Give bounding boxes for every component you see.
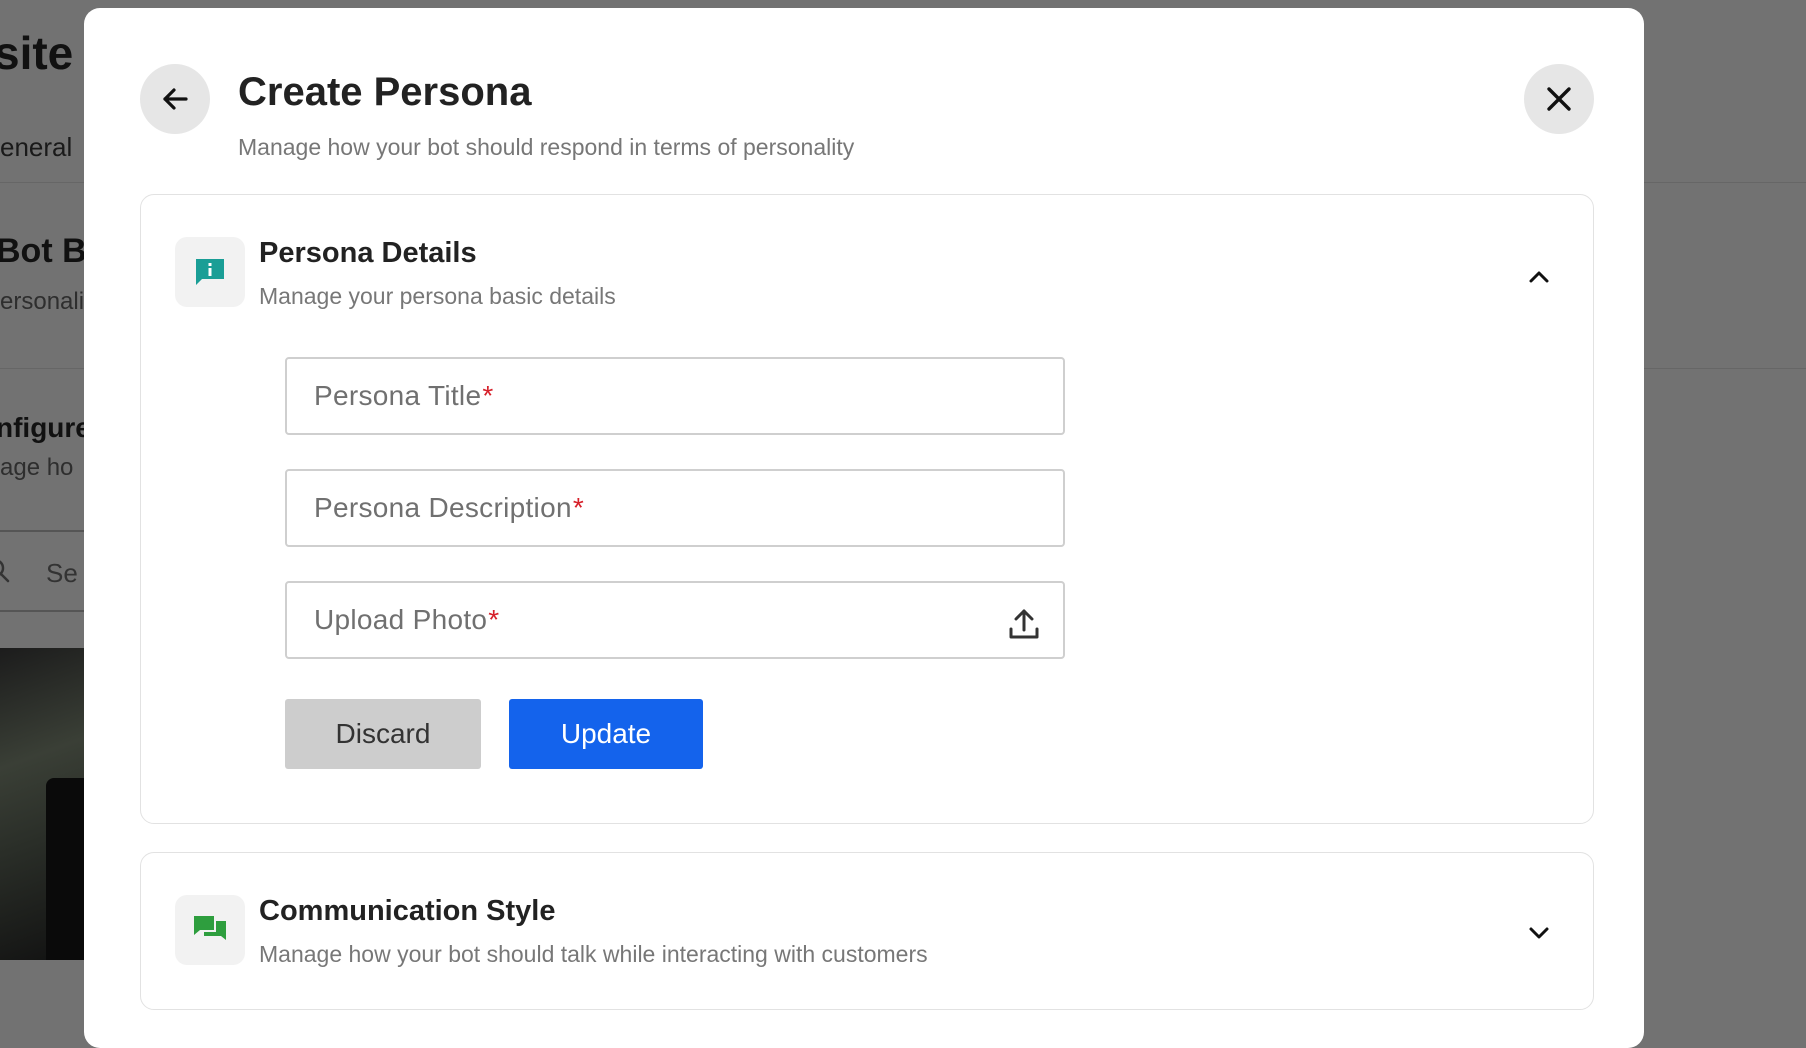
bg-section-subheading: ersonali (0, 288, 85, 315)
upload-icon[interactable] (1007, 607, 1041, 641)
discard-button[interactable]: Discard (285, 699, 481, 769)
chevron-down-icon (1529, 927, 1549, 939)
chevron-up-icon (1529, 271, 1549, 283)
persona-details-title: Persona Details (259, 237, 477, 269)
persona-details-section: Persona Details Manage your persona basi… (140, 194, 1594, 824)
modal-title: Create Persona (238, 70, 532, 114)
bg-config-subheading: age ho (0, 454, 74, 481)
bg-section-heading: Bot B (0, 232, 87, 270)
back-button[interactable] (140, 64, 210, 134)
required-mark: * (572, 492, 585, 523)
update-button[interactable]: Update (509, 699, 703, 769)
persona-title-field[interactable]: Persona Title* (285, 357, 1065, 435)
persona-description-label: Persona Description* (314, 492, 585, 523)
close-button[interactable] (1524, 64, 1594, 134)
upload-photo-field[interactable]: Upload Photo* (285, 581, 1065, 659)
communication-style-icon-tile (175, 895, 245, 965)
expand-communication-style-button[interactable] (1521, 915, 1557, 951)
communication-style-title: Communication Style (259, 895, 556, 927)
info-chat-icon (196, 259, 224, 285)
bg-config-heading: nfigure (0, 412, 91, 443)
bg-thumbnail-image (0, 648, 90, 960)
bg-search-placeholder: Se (46, 558, 78, 588)
bg-search-icon (0, 560, 10, 583)
collapse-persona-details-button[interactable] (1521, 259, 1557, 295)
communication-style-section[interactable]: Communication Style Manage how your bot … (140, 852, 1594, 1010)
persona-title-label: Persona Title* (314, 380, 494, 411)
persona-details-icon-tile (175, 237, 245, 307)
communication-style-subtitle: Manage how your bot should talk while in… (259, 941, 928, 967)
bg-page-title: site (0, 27, 74, 79)
arrow-left-icon (163, 88, 188, 110)
required-mark: * (488, 604, 500, 635)
bg-tab-general: eneral (0, 132, 73, 162)
upload-photo-label: Upload Photo* (314, 604, 500, 635)
chat-bubbles-icon (194, 916, 226, 940)
modal-subtitle: Manage how your bot should respond in te… (238, 134, 855, 160)
persona-details-subtitle: Manage your persona basic details (259, 283, 616, 309)
required-mark: * (482, 380, 494, 411)
create-persona-modal: Create Persona Manage how your bot shoul… (84, 8, 1644, 1048)
persona-description-field[interactable]: Persona Description* (285, 469, 1065, 547)
close-icon (1547, 87, 1571, 111)
